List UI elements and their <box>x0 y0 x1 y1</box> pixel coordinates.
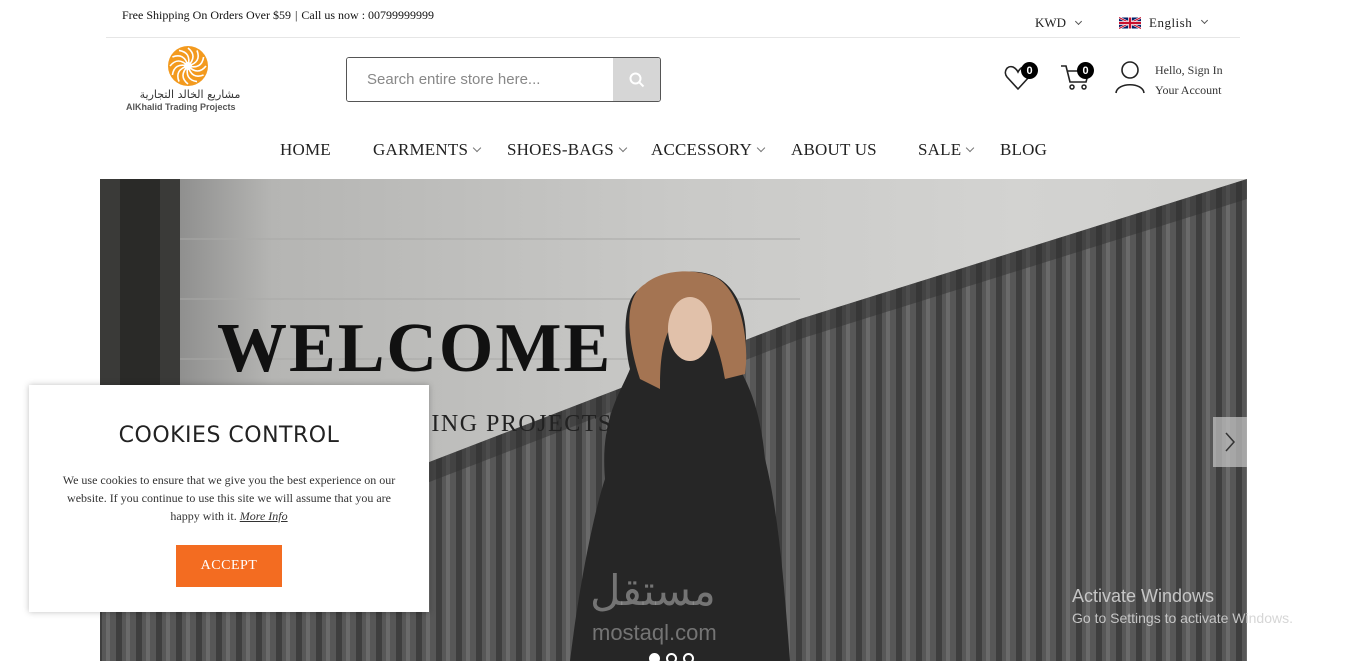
more-info-link[interactable]: More Info <box>240 509 288 523</box>
nav-label: SALE <box>918 140 962 159</box>
nav-label: ACCESSORY <box>651 140 753 159</box>
nav-item-shoes-bags[interactable]: SHOES-BAGS <box>507 140 628 160</box>
nav-item-blog[interactable]: BLOG <box>1000 140 1047 160</box>
account-button[interactable] <box>1114 60 1146 94</box>
chevron-down-icon <box>1075 17 1083 26</box>
wishlist-count-badge: 0 <box>1021 62 1038 79</box>
language-selector[interactable]: English <box>1119 15 1209 31</box>
promo-text: Free Shipping On Orders Over $59 | Call us… <box>122 8 434 23</box>
chevron-right-icon <box>1225 432 1236 452</box>
site-logo[interactable]: مشاريع الخالد التجارية AlKhalid Trading … <box>124 45 256 115</box>
slider-dot[interactable] <box>649 653 660 661</box>
nav-item-home[interactable]: HOME <box>280 140 331 160</box>
activate-title: Activate Windows <box>1072 586 1215 606</box>
watermark-english: mostaql.com <box>592 620 717 645</box>
chevron-down-icon <box>618 143 628 153</box>
search-button[interactable] <box>613 58 660 101</box>
account-text: Your Account <box>1155 83 1222 97</box>
slider-dots <box>649 653 694 661</box>
currency-selector[interactable]: KWD <box>1035 15 1083 31</box>
call-text: Call us now : 00799999999 <box>301 8 435 22</box>
nav-item-garments[interactable]: GARMENTS <box>373 140 482 160</box>
activate-subtitle: Go to Settings to activate Windows. <box>1072 610 1293 626</box>
cart-button[interactable]: 0 <box>1060 62 1096 92</box>
slider-next-button[interactable] <box>1213 417 1247 467</box>
logo-mark-icon <box>168 46 208 86</box>
wishlist-button[interactable]: 0 <box>1004 62 1038 92</box>
watermark-arabic: مستقل <box>590 566 716 615</box>
chevron-down-icon <box>966 143 975 153</box>
logo-arabic-text: مشاريع الخالد التجارية <box>139 88 241 101</box>
chevron-down-icon <box>1201 16 1209 24</box>
nav-item-about-us[interactable]: ABOUT US <box>791 140 877 160</box>
nav-label: GARMENTS <box>373 140 469 159</box>
search-icon <box>629 72 644 87</box>
cookie-popup: COOKIES CONTROL We use cookies to ensure… <box>29 385 429 612</box>
hero-title: WELCOME <box>217 310 613 387</box>
nav-item-sale[interactable]: SALE <box>918 140 975 160</box>
language-label: English <box>1149 15 1193 30</box>
shipping-text: Free Shipping On Orders Over $59 <box>122 8 291 22</box>
chevron-down-icon <box>756 143 766 153</box>
slider-dot[interactable] <box>666 653 677 661</box>
cookie-text: We use cookies to ensure that we give yo… <box>59 471 399 525</box>
cookie-message: We use cookies to ensure that we give yo… <box>62 473 396 523</box>
search-bar <box>346 57 661 102</box>
search-input[interactable] <box>347 58 613 101</box>
nav-label: HOME <box>280 140 331 159</box>
activate-windows-notice: Activate Windows Go to Settings to activ… <box>1072 586 1293 626</box>
cart-count-badge: 0 <box>1077 62 1094 79</box>
account-link[interactable]: Hello, Sign In Your Account <box>1155 60 1223 100</box>
cookie-title: COOKIES CONTROL <box>118 423 340 448</box>
main-nav: HOME GARMENTS SHOES-BAGS ACCESSORY ABOUT… <box>0 138 1348 162</box>
nav-label: ABOUT US <box>791 140 877 159</box>
greeting-text: Hello, Sign In <box>1155 63 1223 77</box>
logo-english-text: AlKhalid Trading Projects <box>126 102 236 112</box>
chevron-down-icon <box>472 143 482 153</box>
top-bar: Free Shipping On Orders Over $59 | Call us… <box>106 0 1240 38</box>
separator: | <box>294 8 298 22</box>
nav-item-accessory[interactable]: ACCESSORY <box>651 140 766 160</box>
uk-flag-icon <box>1119 16 1141 30</box>
nav-label: BLOG <box>1000 140 1048 159</box>
currency-label: KWD <box>1035 15 1067 30</box>
accept-button[interactable]: ACCEPT <box>176 545 282 587</box>
user-icon <box>1115 61 1145 94</box>
nav-label: SHOES-BAGS <box>507 140 614 159</box>
slider-dot[interactable] <box>683 653 694 661</box>
